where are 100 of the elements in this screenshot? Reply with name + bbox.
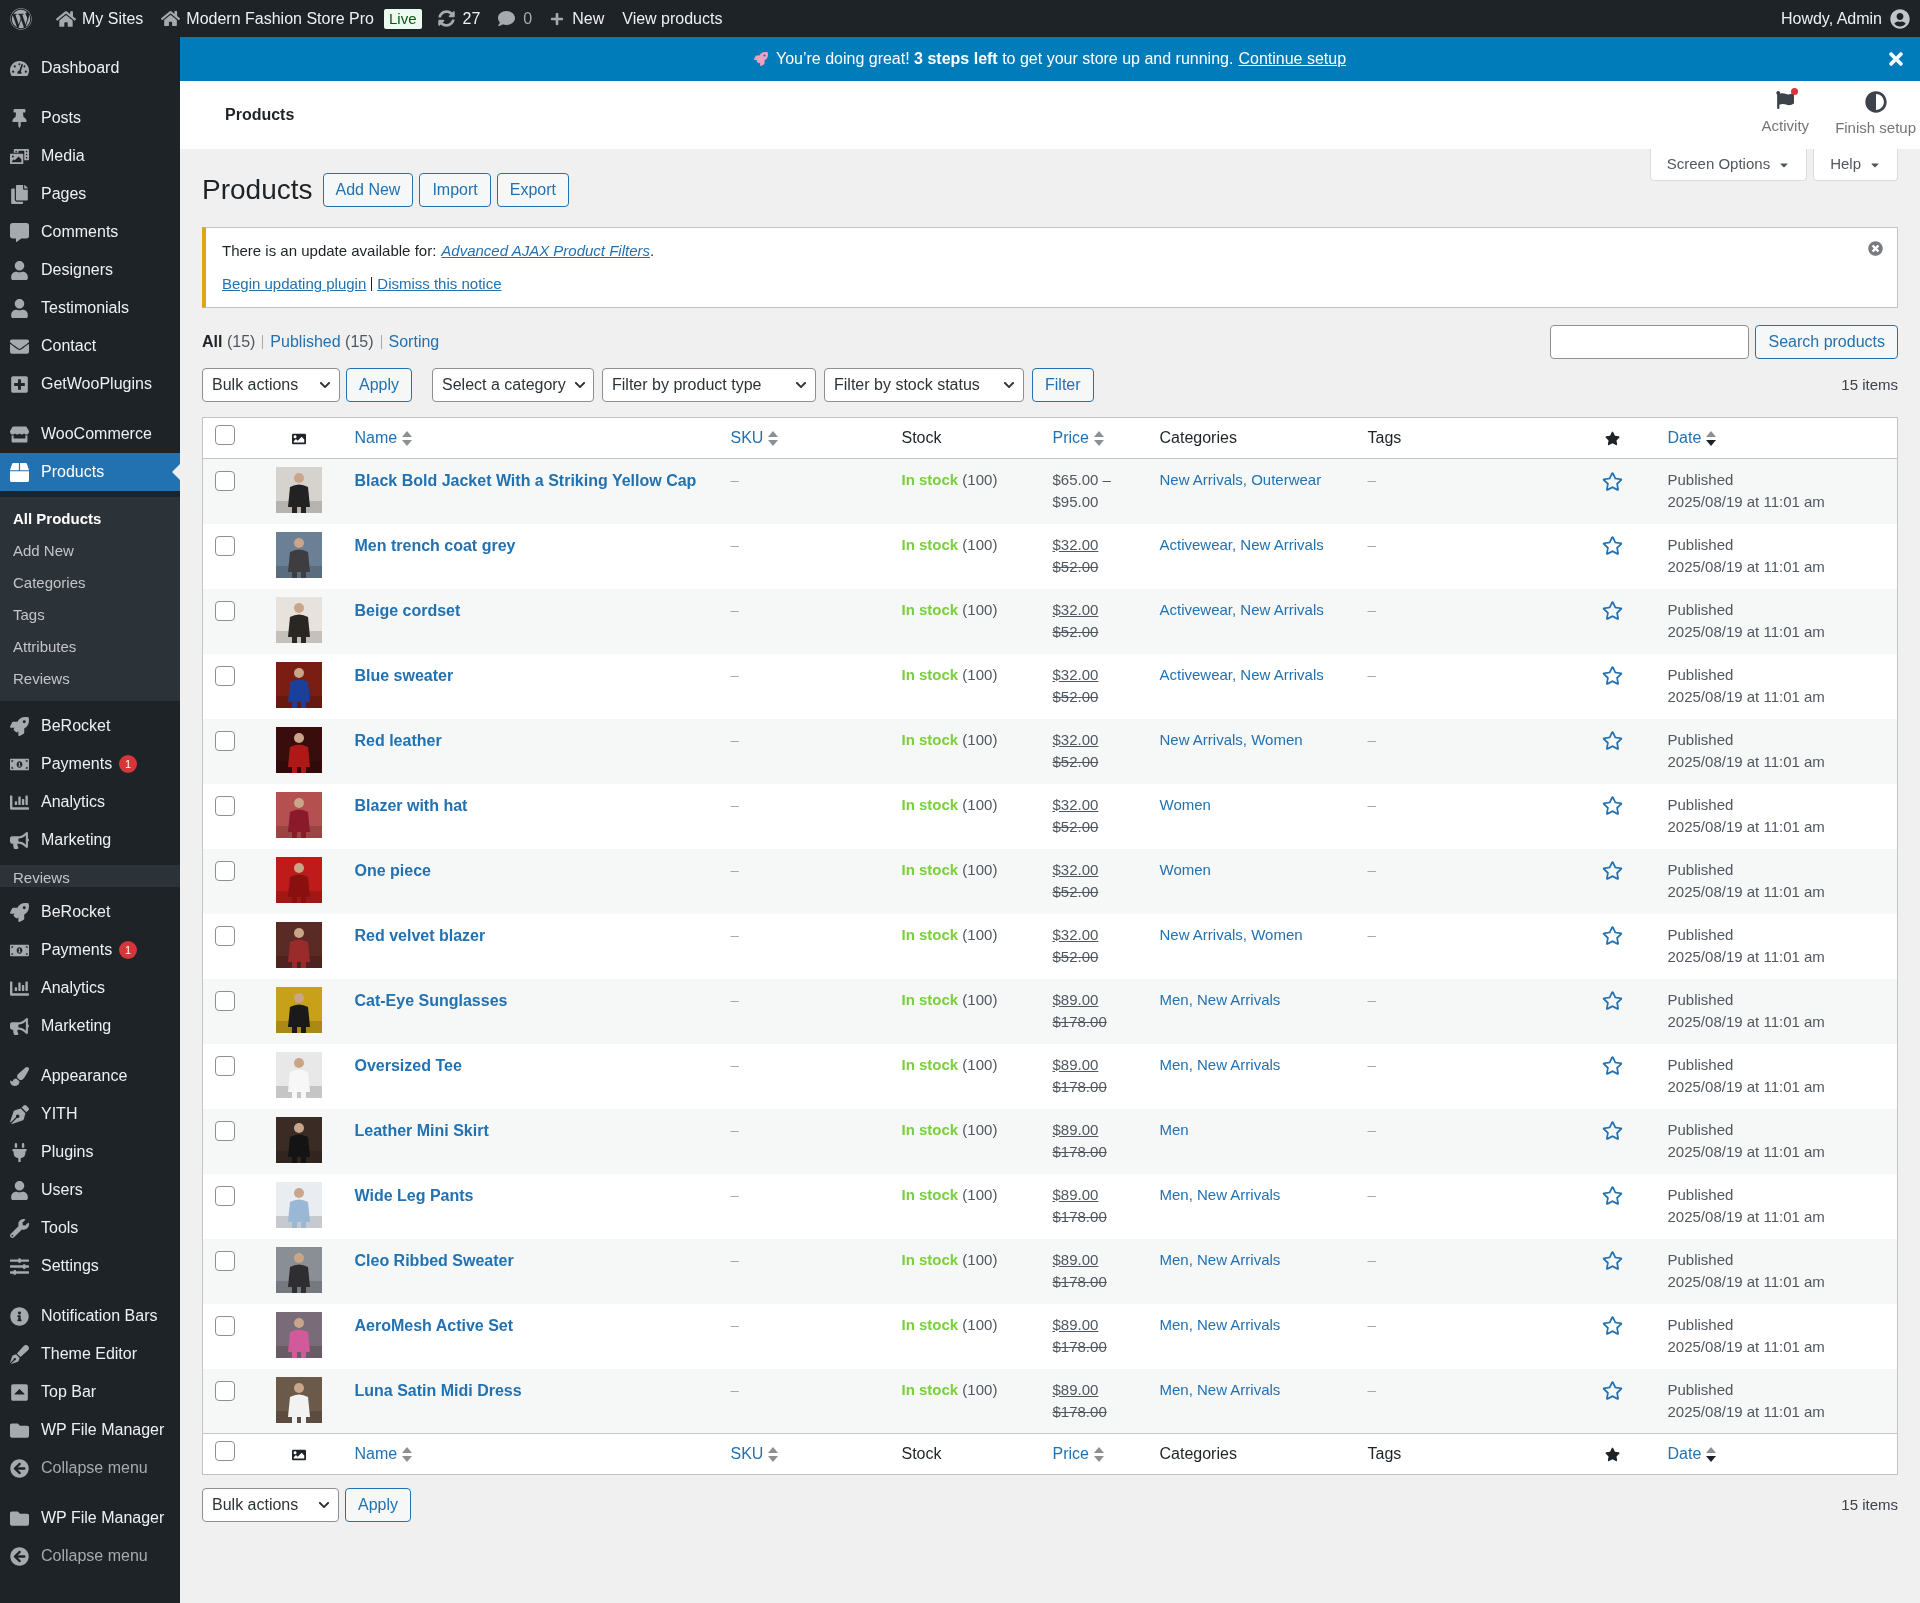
sidebar-item[interactable]: Dashboard — [0, 49, 180, 87]
star-outline-icon[interactable] — [1602, 730, 1623, 752]
checkbox[interactable] — [215, 1315, 235, 1336]
checkbox[interactable] — [215, 730, 235, 751]
sidebar-item[interactable]: Plugins — [0, 1133, 180, 1171]
notice-action-link[interactable]: Dismiss this notice — [377, 272, 502, 295]
category-links[interactable]: Women — [1159, 860, 1211, 878]
product-name-link[interactable]: One piece — [354, 861, 431, 879]
sidebar-item[interactable]: YITH — [0, 1095, 180, 1133]
search-field[interactable] — [1550, 325, 1750, 359]
filter-button[interactable]: Filter — [1032, 368, 1094, 402]
sidebar-item[interactable]: WooCommerce — [0, 415, 180, 453]
dropdown-select[interactable]: Filter by product type — [602, 368, 817, 402]
category-links[interactable]: Men, New Arrivals — [1159, 1055, 1281, 1073]
search-button[interactable]: Search products — [1755, 325, 1898, 359]
sidebar-item[interactable]: Theme Editor — [0, 1335, 180, 1373]
column-sort-link[interactable]: Price — [1052, 1442, 1089, 1466]
star-outline-icon[interactable] — [1602, 600, 1623, 622]
column-sort-link[interactable]: Date — [1667, 1442, 1702, 1466]
submenu-item[interactable]: All Products — [0, 503, 180, 535]
column-sort-link[interactable]: Date — [1667, 426, 1702, 450]
site-name-link[interactable]: Modern Fashion Store Pro — [186, 6, 374, 31]
sidebar-item[interactable]: Users — [0, 1171, 180, 1209]
product-name-link[interactable]: Cat-Eye Sunglasses — [354, 991, 508, 1009]
column-sort-link[interactable]: SKU — [730, 426, 764, 450]
column-sort-link[interactable]: SKU — [730, 1442, 764, 1466]
star-outline-icon[interactable] — [1602, 1250, 1623, 1272]
updates-icon[interactable] — [437, 10, 455, 27]
dismiss-icon[interactable] — [1868, 241, 1883, 256]
product-name-link[interactable]: Red velvet blazer — [354, 926, 486, 944]
screen-tab[interactable]: Help — [1813, 149, 1898, 181]
view-products-link[interactable]: View products — [622, 6, 723, 31]
dropdown-select[interactable]: Filter by stock status — [824, 368, 1025, 402]
dropdown-select[interactable]: Bulk actions — [202, 1488, 339, 1522]
view-filter-link[interactable]: Published (15) — [270, 330, 374, 354]
submenu-item[interactable]: Reviews — [0, 663, 180, 695]
product-name-link[interactable]: Blazer with hat — [354, 796, 468, 814]
checkbox[interactable] — [215, 925, 235, 946]
page-action-button[interactable]: Export — [496, 173, 569, 207]
submenu-item[interactable]: Tags — [0, 599, 180, 631]
checkbox[interactable] — [215, 1120, 235, 1141]
sidebar-item[interactable]: Contact — [0, 327, 180, 365]
finish-setup-button[interactable]: Finish setup — [1835, 90, 1916, 140]
activity-button[interactable]: Activity — [1761, 90, 1810, 138]
sidebar-item[interactable]: Media — [0, 137, 180, 175]
page-action-button[interactable]: Add New — [322, 173, 414, 207]
view-filter-link[interactable]: Sorting — [388, 330, 440, 354]
category-links[interactable]: Men, New Arrivals — [1159, 990, 1281, 1008]
sidebar-item[interactable]: Payments 1 — [0, 745, 180, 783]
category-links[interactable]: Activewear, New Arrivals — [1159, 535, 1324, 553]
category-links[interactable]: Men, New Arrivals — [1159, 1315, 1281, 1333]
star-outline-icon[interactable] — [1602, 795, 1623, 817]
checkbox[interactable] — [215, 665, 235, 686]
category-links[interactable]: Men, New Arrivals — [1159, 1250, 1281, 1268]
sidebar-item[interactable]: Marketing — [0, 821, 180, 859]
star-outline-icon[interactable] — [1602, 665, 1623, 687]
product-name-link[interactable]: Men trench coat grey — [354, 536, 516, 554]
product-name-link[interactable]: Black Bold Jacket With a Striking Yellow Cap — [354, 472, 697, 489]
sidebar-item[interactable]: Posts — [0, 99, 180, 137]
apply-button[interactable]: Apply — [346, 368, 413, 402]
my-sites-link[interactable]: My Sites — [82, 6, 144, 31]
sidebar-item[interactable]: Collapse menu — [0, 1449, 180, 1487]
category-links[interactable]: Men, New Arrivals — [1159, 1380, 1281, 1398]
notice-action-link[interactable]: Begin updating plugin — [222, 272, 367, 295]
category-links[interactable]: New Arrivals, Women — [1159, 730, 1303, 748]
sidebar-item[interactable]: GetWooPlugins — [0, 365, 180, 403]
column-sort-link[interactable]: Name — [354, 1442, 398, 1466]
product-name-link[interactable]: Cleo Ribbed Sweater — [354, 1251, 514, 1269]
submenu-item[interactable]: Add New — [0, 535, 180, 567]
sidebar-item[interactable]: Pages — [0, 175, 180, 213]
product-name-link[interactable]: Leather Mini Skirt — [354, 1121, 489, 1139]
product-name-link[interactable]: Wide Leg Pants — [354, 1186, 474, 1204]
product-name-link[interactable]: Blue sweater — [354, 666, 454, 684]
apply-button[interactable]: Apply — [345, 1488, 412, 1522]
category-links[interactable]: New Arrivals, Outerwear — [1159, 471, 1322, 488]
category-links[interactable]: New Arrivals, Women — [1159, 925, 1303, 943]
sidebar-item[interactable]: BeRocket — [0, 707, 180, 745]
column-sort-link[interactable]: Name — [354, 426, 398, 450]
category-links[interactable]: Women — [1159, 795, 1211, 813]
sidebar-item[interactable]: Appearance — [0, 1057, 180, 1095]
sidebar-item[interactable]: Testimonials — [0, 289, 180, 327]
wordpress-logo-icon[interactable] — [10, 7, 32, 30]
sidebar-item[interactable]: Analytics — [0, 783, 180, 821]
category-links[interactable]: Men, New Arrivals — [1159, 1185, 1281, 1203]
checkbox[interactable] — [215, 1055, 235, 1076]
product-name-link[interactable]: Red leather — [354, 731, 442, 749]
sidebar-item[interactable]: Settings — [0, 1247, 180, 1285]
sidebar-item[interactable]: Designers — [0, 251, 180, 289]
close-icon[interactable] — [1886, 49, 1906, 69]
sidebar-item[interactable]: Payments 1 — [0, 931, 180, 969]
product-name-link[interactable]: Beige cordset — [354, 601, 461, 619]
checkbox[interactable] — [215, 860, 235, 881]
page-action-button[interactable]: Import — [419, 173, 491, 207]
star-outline-icon[interactable] — [1602, 535, 1623, 557]
screen-tab[interactable]: Screen Options — [1649, 149, 1808, 181]
product-name-link[interactable]: Oversized Tee — [354, 1056, 462, 1074]
dropdown-select[interactable]: Bulk actions — [202, 368, 340, 402]
category-links[interactable]: Activewear, New Arrivals — [1159, 600, 1324, 618]
checkbox[interactable] — [215, 1380, 235, 1401]
product-name-link[interactable]: AeroMesh Active Set — [354, 1316, 514, 1334]
